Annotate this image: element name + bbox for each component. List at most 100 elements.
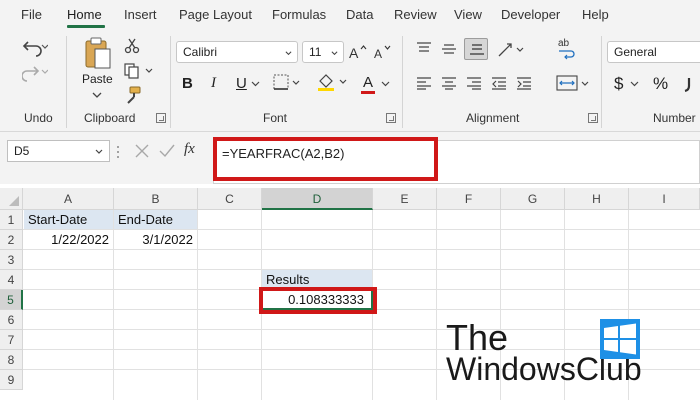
align-left-icon[interactable] [416, 76, 432, 90]
column-header-h[interactable]: H [565, 188, 629, 210]
font-size-select[interactable]: 11 [302, 41, 344, 63]
cell-b1[interactable]: End-Date [114, 210, 197, 229]
confirm-entry-icon[interactable] [158, 143, 176, 159]
group-label-clipboard: Clipboard [84, 111, 136, 125]
active-cell-outline [261, 289, 373, 310]
italic-button[interactable]: I [211, 75, 216, 92]
align-center-icon[interactable] [441, 76, 457, 90]
format-painter-icon[interactable] [124, 86, 142, 104]
row-header-8[interactable]: 8 [0, 350, 23, 370]
clipboard-launcher-icon[interactable] [156, 113, 166, 123]
cell-a1[interactable]: Start-Date [24, 210, 113, 229]
cut-icon[interactable] [124, 38, 140, 54]
row-header-1[interactable]: 1 [0, 210, 23, 230]
row-header-7[interactable]: 7 [0, 330, 23, 350]
column-header-i[interactable]: I [629, 188, 700, 210]
chevron-down-icon[interactable] [381, 81, 390, 88]
align-bottom-button[interactable] [464, 38, 488, 60]
wrap-text-icon[interactable]: ab [557, 36, 577, 60]
font-name-select[interactable]: Calibri [176, 41, 298, 63]
merge-center-icon[interactable] [556, 74, 590, 92]
tab-home[interactable]: Home [67, 7, 102, 22]
decrease-indent-icon[interactable] [491, 76, 507, 90]
column-header-g[interactable]: G [501, 188, 565, 210]
increase-indent-icon[interactable] [516, 76, 532, 90]
row-header-5[interactable]: 5 [0, 290, 23, 310]
comma-style-icon[interactable] [683, 74, 700, 92]
group-label-font: Font [263, 111, 288, 125]
row-header-4[interactable]: 4 [0, 270, 23, 290]
number-format-value: General [614, 45, 657, 59]
tab-help[interactable]: Help [582, 7, 609, 22]
select-all-button[interactable] [0, 188, 23, 210]
group-divider [170, 36, 171, 128]
chevron-down-icon [285, 51, 292, 56]
increase-font-size-icon[interactable]: A [349, 44, 367, 60]
gridline [23, 249, 700, 250]
formula-bar: D5 fx =YEARFRAC(A2,B2) [0, 132, 700, 184]
formula-bar-grip-icon[interactable] [116, 145, 120, 159]
wrap-text-glyph: ab [558, 38, 570, 49]
row-header-2[interactable]: 2 [0, 230, 23, 250]
font-name-value: Calibri [183, 45, 218, 59]
number-format-select[interactable]: General [607, 41, 700, 63]
borders-icon[interactable] [273, 74, 301, 92]
align-right-icon[interactable] [466, 76, 482, 90]
column-header-c[interactable]: C [198, 188, 262, 210]
cell-a2[interactable]: 1/22/2022 [24, 230, 113, 249]
column-header-e[interactable]: E [373, 188, 437, 210]
bold-button[interactable]: B [182, 75, 193, 92]
cancel-entry-icon[interactable] [134, 143, 150, 159]
cell-b2[interactable]: 3/1/2022 [114, 230, 197, 249]
cell-d4[interactable]: Results [262, 270, 372, 289]
font-size-value: 11 [309, 45, 322, 59]
row-header-3[interactable]: 3 [0, 250, 23, 270]
group-label-alignment: Alignment [466, 111, 520, 125]
copy-icon[interactable] [124, 63, 154, 79]
active-tab-indicator [67, 25, 105, 28]
insert-function-button[interactable]: fx [184, 141, 195, 158]
column-header-a[interactable]: A [23, 188, 114, 210]
group-label-undo: Undo [24, 111, 53, 125]
paste-label[interactable]: Paste [82, 72, 113, 86]
formula-text: =YEARFRAC(A2,B2) [222, 146, 345, 161]
row-header-9[interactable]: 9 [0, 370, 23, 390]
fill-color-icon[interactable] [316, 72, 348, 92]
alignment-launcher-icon[interactable] [588, 113, 598, 123]
font-launcher-icon[interactable] [386, 113, 396, 123]
group-label-number: Number [653, 111, 696, 125]
tab-data[interactable]: Data [346, 7, 373, 22]
redo-icon[interactable] [22, 62, 48, 82]
column-header-d[interactable]: D [262, 188, 373, 210]
tab-formulas[interactable]: Formulas [272, 7, 326, 22]
undo-icon[interactable] [22, 37, 48, 57]
tab-file[interactable]: File [21, 7, 42, 22]
row-header-6[interactable]: 6 [0, 310, 23, 330]
paste-dropdown-icon[interactable] [92, 91, 102, 99]
orientation-icon[interactable] [497, 40, 525, 58]
tab-view[interactable]: View [454, 7, 482, 22]
chevron-down-icon[interactable] [251, 81, 260, 88]
name-box[interactable]: D5 [7, 140, 110, 162]
align-top-icon[interactable] [416, 42, 432, 56]
ribbon: Undo Paste Clipboard Calibri 11 A A B I … [0, 30, 700, 132]
percent-style-button[interactable]: % [653, 74, 668, 94]
decrease-font-size-icon[interactable]: A [374, 44, 392, 60]
font-color-button[interactable]: A [363, 74, 373, 91]
column-header-b[interactable]: B [114, 188, 198, 210]
tab-review[interactable]: Review [394, 7, 437, 22]
column-header-f[interactable]: F [437, 188, 501, 210]
chevron-down-icon [331, 51, 338, 56]
tab-developer[interactable]: Developer [501, 7, 560, 22]
chevron-down-icon[interactable] [630, 81, 639, 88]
svg-text:A: A [374, 47, 382, 60]
name-box-value: D5 [14, 144, 30, 158]
accounting-format-button[interactable]: $ [614, 74, 623, 94]
formula-input[interactable]: =YEARFRAC(A2,B2) [213, 140, 700, 184]
paste-icon[interactable] [83, 36, 113, 70]
align-middle-icon[interactable] [441, 42, 457, 56]
windows-logo-icon [600, 319, 640, 359]
underline-button[interactable]: U [236, 75, 247, 92]
tab-insert[interactable]: Insert [124, 7, 157, 22]
tab-page-layout[interactable]: Page Layout [179, 7, 252, 22]
